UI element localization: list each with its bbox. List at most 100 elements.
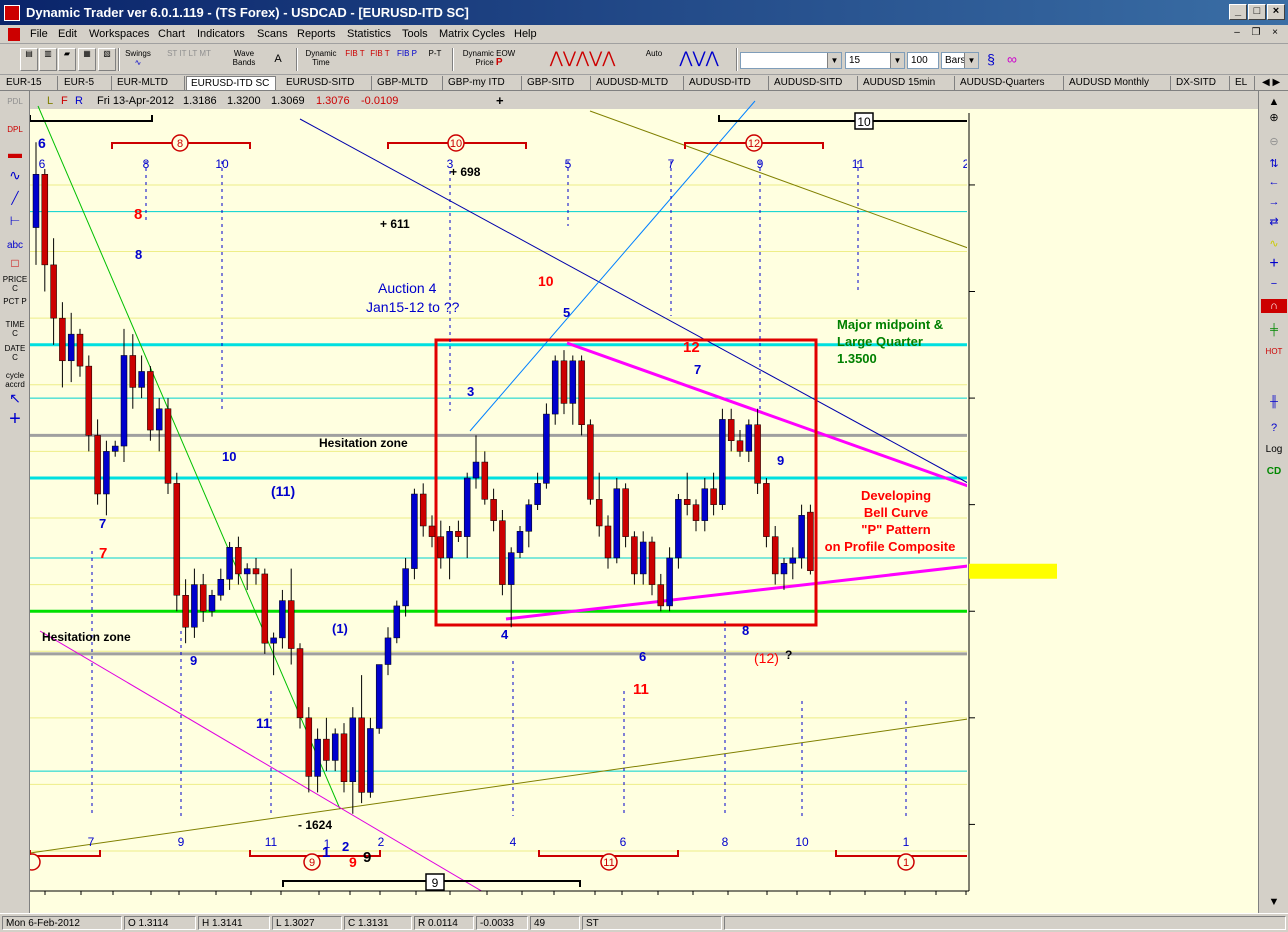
candle-icon[interactable]: ╫	[1261, 395, 1287, 409]
subtract-icon[interactable]: −	[1261, 277, 1287, 291]
cd-button[interactable]: CD	[1261, 465, 1287, 479]
tab-el[interactable]: EL	[1231, 76, 1255, 90]
scroll-up-icon[interactable]: ▲	[1261, 95, 1287, 109]
units-select[interactable]: Bars ▼	[941, 52, 979, 69]
pdl-tool[interactable]: PDL	[2, 97, 28, 106]
mdi-restore-button[interactable]: ❐	[1248, 27, 1264, 41]
menu-file[interactable]: File	[30, 28, 48, 40]
scroll-down-icon[interactable]: ▼	[1261, 895, 1287, 909]
abc-pattern-icons[interactable]: ⋀⋁⋀	[668, 48, 730, 71]
close-button[interactable]: ×	[1267, 4, 1285, 20]
tab-dx-sitd[interactable]: DX-SITD	[1172, 76, 1230, 90]
wave-overlay-icon[interactable]: ∿	[1261, 237, 1287, 251]
candle-body	[507, 552, 515, 585]
tab-eurusd-sitd[interactable]: EURUSD-SITD	[282, 76, 372, 90]
tab-gbp-my-itd[interactable]: GBP-my ITD	[444, 76, 522, 90]
price-c-tool[interactable]: PRICE C	[2, 275, 28, 293]
tab-eurusd-itd-sc[interactable]: EURUSD-ITD SC	[186, 76, 276, 90]
pointer-icon[interactable]: ↖	[2, 391, 28, 405]
tab-audusd-monthly[interactable]: AUDUSD Monthly	[1065, 76, 1171, 90]
menu-chart[interactable]: Chart	[158, 28, 185, 40]
pct-p-tool[interactable]: PCT P	[2, 297, 28, 306]
candle-body	[719, 419, 726, 505]
menu-matrix-cycles[interactable]: Matrix Cycles	[439, 28, 505, 40]
add-icon[interactable]: +	[1261, 256, 1287, 272]
magnet-icon[interactable]: ∩	[1261, 299, 1287, 313]
fib-time-button-1[interactable]: FIB T	[344, 48, 366, 71]
tab-eur-mltd[interactable]: EUR-MLTD	[113, 76, 185, 90]
status-bar-number: 49	[530, 916, 580, 930]
save-icon[interactable]: ▦	[78, 48, 96, 71]
price-time-button[interactable]: P-T	[422, 48, 448, 71]
mdi-close-button[interactable]: ×	[1267, 27, 1283, 41]
tab-eur-5[interactable]: EUR-5	[60, 76, 112, 90]
page-icon[interactable]: ▥	[39, 48, 57, 71]
abc-tool[interactable]: abc	[2, 241, 28, 251]
bell-curve-line1: Developing	[861, 488, 931, 503]
time-c-tool[interactable]: TIME C	[2, 320, 28, 338]
box-tool-icon[interactable]: □	[2, 257, 28, 269]
fib-time-button-2[interactable]: FIB T	[369, 48, 391, 71]
tab-audusd-mltd[interactable]: AUDUSD-MLTD	[592, 76, 684, 90]
right-arrow-icon[interactable]: →	[1261, 195, 1287, 209]
open-folder-icon[interactable]: ▰	[58, 48, 76, 71]
tab-audusd-quarters[interactable]: AUDUSD-Quarters	[956, 76, 1064, 90]
zoom-in-icon[interactable]: ⊕	[1261, 111, 1287, 125]
eraser-icon[interactable]: ▬	[2, 146, 28, 160]
swings-button[interactable]: Swings ∿	[122, 48, 154, 71]
hot-button[interactable]: HOT	[1261, 345, 1287, 359]
zoom-out-icon[interactable]: ⊖	[1261, 135, 1287, 149]
tab-gbp-mltd[interactable]: GBP-MLTD	[373, 76, 443, 90]
count-input[interactable]: 100	[907, 52, 939, 69]
left-arrow-icon[interactable]: ←	[1261, 175, 1287, 189]
tab-eur-15[interactable]: EUR-15	[2, 76, 58, 90]
compress-icon[interactable]: ⇄	[1261, 215, 1287, 229]
menu-statistics[interactable]: Statistics	[347, 28, 391, 40]
minimize-button[interactable]: _	[1229, 4, 1247, 20]
fib-price-button[interactable]: FIB P	[396, 48, 418, 71]
auto-button[interactable]: Auto	[642, 48, 666, 71]
menu-workspaces[interactable]: Workspaces	[89, 28, 149, 40]
tab-audusd-itd[interactable]: AUDUSD-ITD	[685, 76, 769, 90]
expand-vertical-icon[interactable]: ⇅	[1261, 157, 1287, 171]
cycles-icon[interactable]: ∞	[1002, 48, 1022, 71]
maximize-button[interactable]: □	[1248, 4, 1266, 20]
menu-tools[interactable]: Tools	[402, 28, 428, 40]
wave-a-button[interactable]: A	[268, 48, 288, 71]
pattern-icons[interactable]: ⋀⋁⋀⋁⋀	[525, 48, 640, 71]
swings-levels[interactable]: ST IT LT MT	[158, 48, 220, 71]
timeframe-select[interactable]: 15 ▼	[845, 52, 905, 69]
chart-panel[interactable]: L F R Fri 13-Apr-2012 1.3186 1.3200 1.3069 1.30…	[30, 91, 1258, 913]
date-c-label: DATE C	[4, 344, 26, 362]
wave-label-1: 8	[134, 206, 142, 223]
print-icon[interactable]: ▧	[98, 48, 116, 71]
tab-audusd-15min[interactable]: AUDUSD 15min	[859, 76, 955, 90]
candle-58	[543, 403, 550, 489]
tab-gbp-sitd[interactable]: GBP-SITD	[523, 76, 591, 90]
price-chart[interactable]: L F R Fri 13-Apr-2012 1.3186 1.3200 1.3069 1.30…	[30, 91, 1258, 913]
cycle-accrd-tool[interactable]: cycle accrd	[2, 371, 28, 389]
wave-tool-icon[interactable]: ∿	[2, 168, 28, 182]
wave-bands-button[interactable]: Wave Bands	[225, 48, 263, 71]
tab-scroll-arrows[interactable]: ◀ ▶	[1258, 76, 1286, 90]
bars-icon[interactable]: ╪	[1261, 323, 1287, 337]
crosshair-icon[interactable]: +	[2, 409, 28, 429]
menu-scans[interactable]: Scans	[257, 28, 288, 40]
log-scale-button[interactable]: Log	[1261, 443, 1287, 457]
menu-help[interactable]: Help	[514, 28, 537, 40]
dynamic-time-button[interactable]: Dynamic Time	[301, 48, 341, 71]
candle-body	[763, 483, 770, 537]
symbol-select[interactable]: ▼	[740, 52, 842, 69]
price-proj-icon[interactable]: ⊢	[2, 215, 28, 227]
date-c-tool[interactable]: DATE C	[2, 344, 28, 362]
menu-edit[interactable]: Edit	[58, 28, 77, 40]
new-chart-icon[interactable]: ▤	[20, 48, 38, 71]
help-icon[interactable]: ?	[1261, 421, 1287, 435]
tab-audusd-sitd[interactable]: AUDUSD-SITD	[770, 76, 858, 90]
trendline-icon[interactable]: ╱	[2, 192, 28, 204]
mdi-minimize-button[interactable]: –	[1229, 27, 1245, 41]
phase-icon[interactable]: §	[982, 48, 1000, 71]
menu-reports[interactable]: Reports	[297, 28, 336, 40]
dpl-tool[interactable]: DPL	[2, 125, 28, 134]
menu-indicators[interactable]: Indicators	[197, 28, 245, 40]
